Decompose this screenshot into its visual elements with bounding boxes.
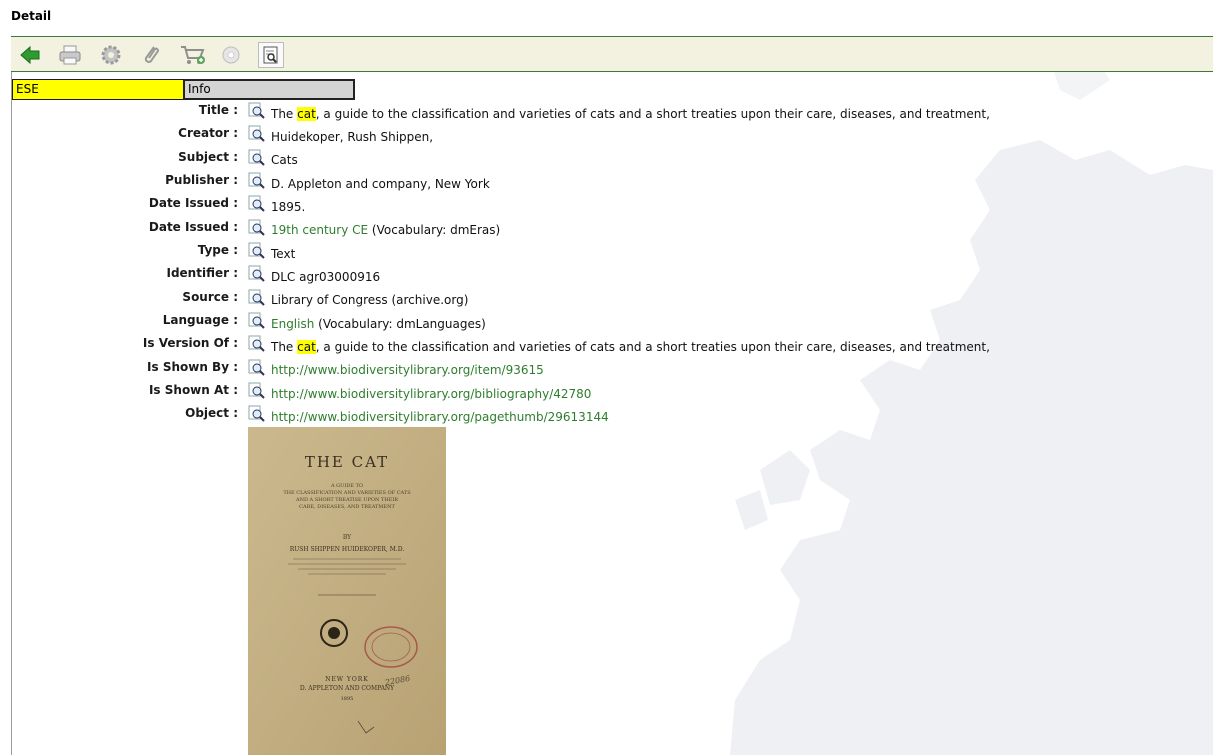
is-shown-by-link[interactable]: http://www.biodiversitylibrary.org/item/…	[271, 363, 544, 377]
search-magnifier-icon[interactable]	[248, 312, 266, 330]
view-detail-button[interactable]	[258, 42, 284, 68]
is-shown-by-label: Is Shown By :	[147, 360, 238, 374]
date-issued-value: 1895.	[271, 200, 306, 214]
gear-icon	[101, 45, 121, 65]
tab-info[interactable]: Info	[183, 79, 355, 100]
object-value: http://www.biodiversitylibrary.org/paget…	[271, 410, 609, 424]
left-border	[11, 72, 12, 755]
is-shown-by-value: http://www.biodiversitylibrary.org/item/…	[271, 363, 544, 377]
search-magnifier-icon[interactable]	[248, 359, 266, 377]
date-issued-label: Date Issued :	[148, 196, 238, 210]
book-cover-image: THE CAT A GUIDE TO THE CLASSIFICATION AN…	[248, 427, 446, 755]
identifier-value: DLC agr03000916	[271, 270, 381, 284]
title-value: The cat, a guide to the classification a…	[271, 107, 990, 121]
search-magnifier-icon[interactable]	[248, 242, 266, 260]
cover-title: THE CAT	[305, 453, 389, 471]
tab-ese[interactable]: ESE	[12, 79, 183, 100]
object-link[interactable]: http://www.biodiversitylibrary.org/paget…	[271, 410, 609, 424]
attach-button[interactable]	[138, 42, 164, 68]
source-value: Library of Congress (archive.org)	[271, 293, 469, 307]
cover-publisher: D. APPLETON AND COMPANY	[300, 685, 395, 692]
back-button[interactable]	[17, 42, 43, 68]
title-label: Title :	[198, 103, 238, 117]
page-heading: Detail	[11, 9, 52, 23]
language-value: English (Vocabulary: dmLanguages)	[271, 317, 486, 331]
search-magnifier-icon[interactable]	[248, 195, 266, 213]
subject-value: Cats	[271, 153, 298, 167]
language-label: Language :	[162, 313, 238, 327]
search-magnifier-icon[interactable]	[248, 265, 266, 283]
cover-year: 1895	[341, 696, 354, 702]
paperclip-icon	[144, 46, 159, 63]
is-shown-at-link[interactable]: http://www.biodiversitylibrary.org/bibli…	[271, 387, 591, 401]
search-magnifier-icon[interactable]	[248, 289, 266, 307]
search-magnifier-icon[interactable]	[248, 405, 266, 423]
is-version-of-value: The cat, a guide to the classification a…	[271, 340, 990, 354]
disc-button[interactable]	[218, 42, 244, 68]
highlighted-term: cat	[297, 340, 316, 354]
language-link[interactable]: English	[271, 317, 314, 331]
printer-icon	[59, 45, 81, 65]
document-zoom-icon	[263, 46, 278, 64]
green-back-arrow-icon	[20, 45, 40, 65]
search-magnifier-icon[interactable]	[248, 149, 266, 167]
search-magnifier-icon[interactable]	[248, 219, 266, 237]
add-to-cart-button[interactable]	[178, 42, 208, 68]
highlighted-term: cat	[297, 107, 316, 121]
creator-value: Huidekoper, Rush Shippen,	[271, 130, 434, 144]
is-version-of-label: Is Version Of :	[142, 336, 238, 350]
creator-label: Creator :	[178, 126, 238, 140]
cover-city: NEW YORK	[325, 676, 369, 683]
cover-subtitle-4: CARE, DISEASES, AND TREATMENT	[299, 504, 395, 510]
book-cover-thumbnail[interactable]: THE CAT A GUIDE TO THE CLASSIFICATION AN…	[248, 427, 446, 755]
publisher-label: Publisher :	[165, 173, 238, 187]
disc-icon	[222, 46, 240, 64]
search-magnifier-icon[interactable]	[248, 172, 266, 190]
type-label: Type :	[197, 243, 238, 257]
type-value: Text	[271, 247, 296, 261]
toolbar	[11, 36, 1213, 72]
cover-subtitle-3: AND A SHORT TREATISE UPON THEIR	[295, 497, 398, 503]
date-issued-era-label: Date Issued :	[148, 220, 238, 234]
date-issued-era-value: 19th century CE (Vocabulary: dmEras)	[271, 223, 501, 237]
search-magnifier-icon[interactable]	[248, 382, 266, 400]
shopping-cart-add-icon	[181, 46, 205, 64]
source-label: Source :	[182, 290, 238, 304]
search-magnifier-icon[interactable]	[248, 335, 266, 353]
cover-author: RUSH SHIPPEN HUIDEKOPER, M.D.	[290, 546, 405, 553]
publisher-value: D. Appleton and company, New York	[271, 177, 490, 191]
subject-label: Subject :	[178, 150, 238, 164]
is-shown-at-value: http://www.biodiversitylibrary.org/bibli…	[271, 387, 591, 401]
cover-subtitle-2: THE CLASSIFICATION AND VARIETIES OF CATS	[283, 490, 411, 496]
search-magnifier-icon[interactable]	[248, 102, 266, 120]
print-button[interactable]	[57, 42, 83, 68]
cover-subtitle-1: A GUIDE TO	[330, 483, 363, 489]
search-magnifier-icon[interactable]	[248, 125, 266, 143]
is-shown-at-label: Is Shown At :	[148, 383, 238, 397]
settings-button[interactable]	[98, 42, 124, 68]
era-link[interactable]: 19th century CE	[271, 223, 368, 237]
identifier-label: Identifier :	[166, 266, 238, 280]
cover-by: BY	[343, 534, 352, 541]
object-label: Object :	[185, 406, 238, 420]
